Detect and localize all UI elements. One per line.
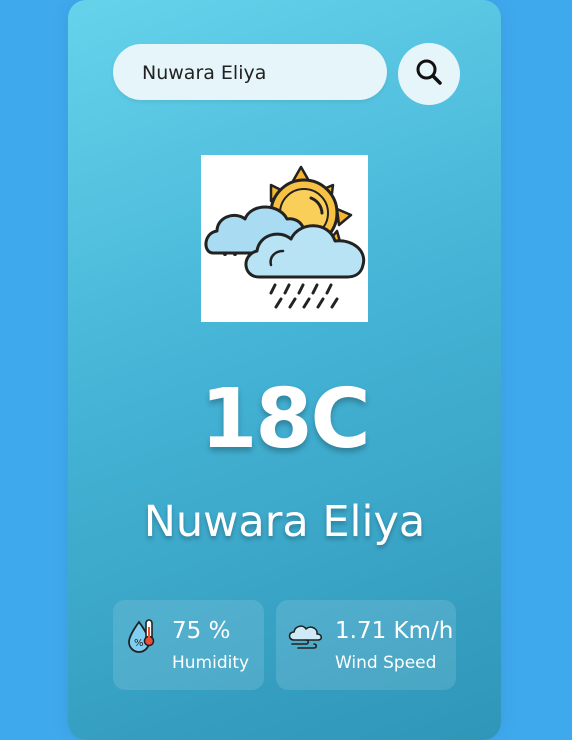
humidity-icon: % (127, 618, 157, 658)
weather-card: 18C Nuwara Eliya % 75 % Humidity 1.71 Km… (68, 0, 501, 740)
search-input[interactable] (140, 44, 374, 102)
wind-value: 1.71 Km/h (335, 618, 454, 644)
svg-text:%: % (134, 638, 144, 649)
wind-icon (288, 622, 324, 656)
temperature: 18C (200, 372, 370, 467)
search-icon (415, 58, 443, 90)
sun-cloud-rain-icon (201, 165, 368, 326)
wind-panel: 1.71 Km/h Wind Speed (276, 600, 456, 690)
humidity-value: 75 % (172, 618, 231, 644)
wind-label: Wind Speed (335, 653, 437, 673)
search-box[interactable] (113, 44, 387, 102)
humidity-panel: % 75 % Humidity (113, 600, 264, 690)
humidity-label: Humidity (172, 653, 250, 673)
search-button[interactable] (398, 43, 460, 105)
weather-icon (201, 155, 368, 322)
city-name: Nuwara Eliya (143, 497, 426, 547)
